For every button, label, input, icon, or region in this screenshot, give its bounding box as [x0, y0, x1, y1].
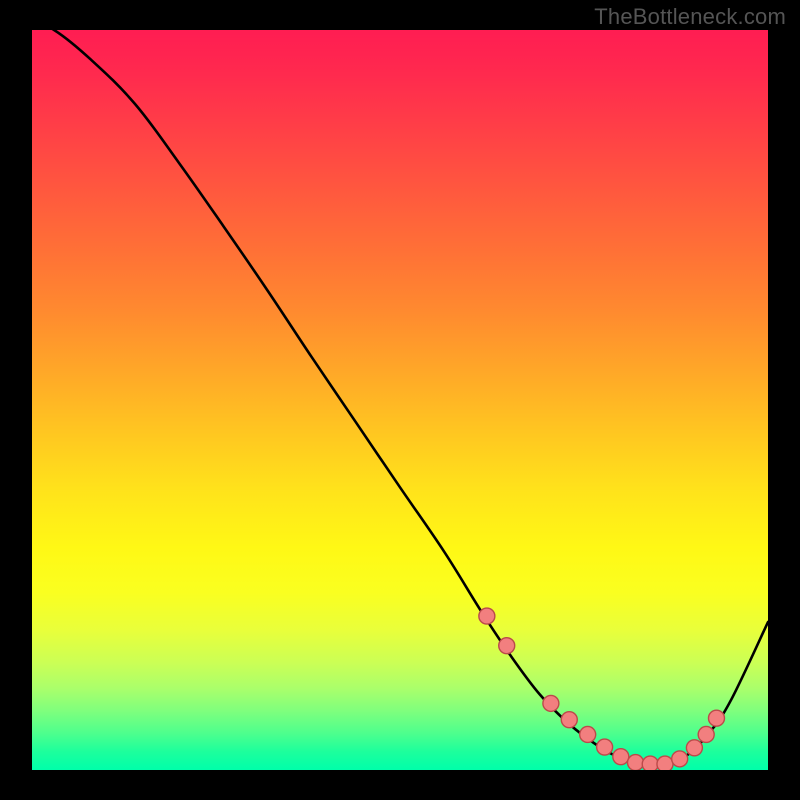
curve-line: [32, 30, 768, 765]
data-marker: [686, 740, 702, 756]
chart-svg: [32, 30, 768, 770]
data-marker: [708, 710, 724, 726]
data-marker: [561, 712, 577, 728]
data-marker: [657, 756, 673, 770]
plot-area: [32, 30, 768, 770]
data-marker: [613, 749, 629, 765]
data-marker: [698, 726, 714, 742]
data-marker: [580, 726, 596, 742]
data-marker: [672, 751, 688, 767]
data-marker: [479, 608, 495, 624]
watermark-text: TheBottleneck.com: [594, 4, 786, 30]
data-marker: [499, 638, 515, 654]
data-marker: [642, 756, 658, 770]
data-marker: [628, 755, 644, 770]
chart-container: TheBottleneck.com: [0, 0, 800, 800]
marker-group: [479, 608, 725, 770]
data-marker: [543, 695, 559, 711]
data-marker: [597, 739, 613, 755]
